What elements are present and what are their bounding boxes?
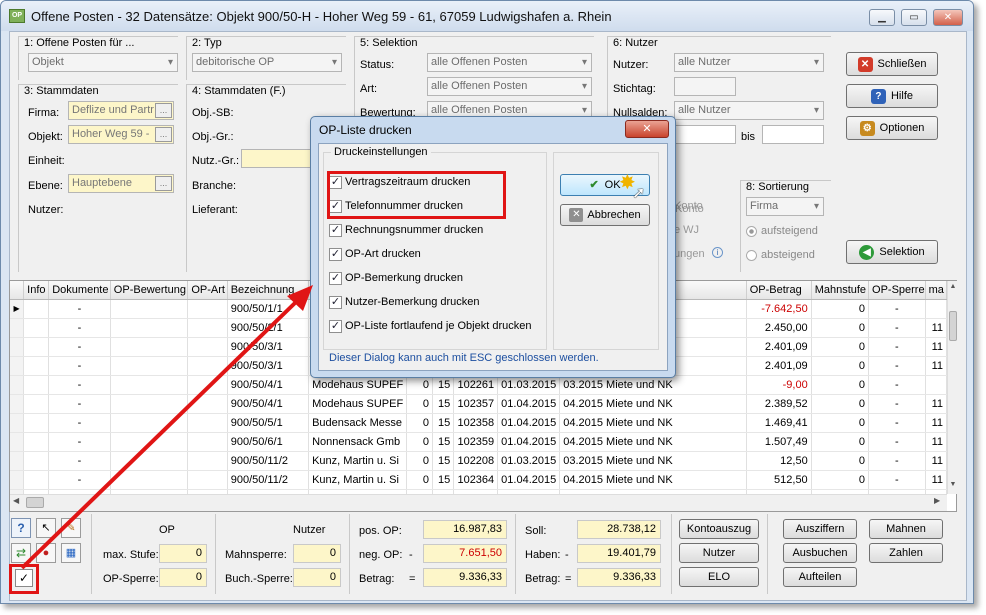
arrow-line <box>20 300 298 570</box>
annotation-arrow <box>20 285 313 570</box>
